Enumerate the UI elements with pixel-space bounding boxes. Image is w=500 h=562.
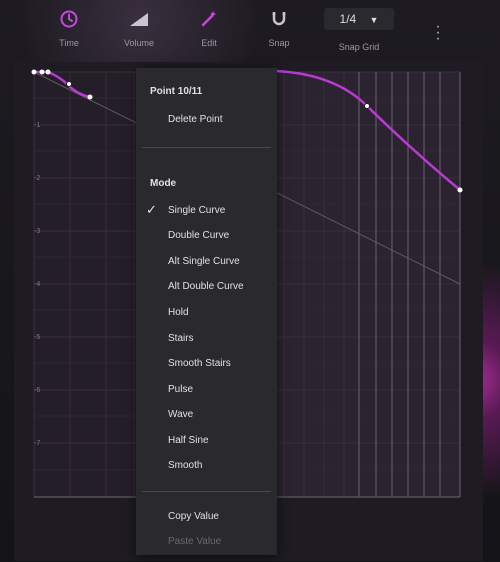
delete-point-menu-item[interactable]: Delete Point bbox=[168, 113, 222, 127]
y-axis-label: -3 bbox=[34, 228, 41, 235]
volume-tool-button[interactable]: Volume bbox=[104, 6, 174, 48]
mode-smooth-stairs[interactable]: Smooth Stairs bbox=[168, 357, 231, 371]
chevron-down-icon: ▼ bbox=[369, 15, 379, 25]
mode-single-curve[interactable]: Single Curve bbox=[168, 204, 225, 218]
mode-smooth[interactable]: Smooth bbox=[168, 459, 202, 473]
automation-point[interactable] bbox=[39, 69, 45, 75]
edit-label: Edit bbox=[201, 38, 217, 48]
mode-half-sine[interactable]: Half Sine bbox=[168, 434, 209, 448]
automation-point[interactable] bbox=[457, 187, 463, 193]
automation-point[interactable] bbox=[364, 103, 370, 109]
clock-icon bbox=[34, 6, 104, 32]
automation-point[interactable] bbox=[31, 69, 37, 75]
mode-alt-double-curve[interactable]: Alt Double Curve bbox=[168, 280, 244, 294]
snap-grid-label: Snap Grid bbox=[338, 42, 380, 52]
y-axis-label: -2 bbox=[34, 175, 41, 182]
menu-divider bbox=[142, 491, 271, 492]
mode-wave[interactable]: Wave bbox=[168, 408, 193, 422]
toolbar: Time Volume Edit Snap 1/4 ▼ Snap Grid · ·… bbox=[14, 0, 484, 62]
point-header: Point 10/11 bbox=[150, 86, 203, 97]
snap-grid-value: 1/4 bbox=[339, 12, 357, 26]
magic-wand-icon bbox=[174, 6, 244, 32]
time-label: Time bbox=[59, 38, 79, 48]
snap-grid-dropdown[interactable]: 1/4 ▼ bbox=[324, 8, 394, 30]
volume-label: Volume bbox=[123, 38, 155, 48]
magnet-icon bbox=[244, 6, 314, 32]
mode-hold[interactable]: Hold bbox=[168, 306, 189, 320]
mode-alt-single-curve[interactable]: Alt Single Curve bbox=[168, 255, 240, 269]
mode-header: Mode bbox=[150, 178, 177, 189]
edit-tool-button[interactable]: Edit bbox=[174, 6, 244, 48]
menu-divider bbox=[142, 147, 271, 148]
automation-point[interactable] bbox=[45, 69, 51, 75]
y-axis-label: -1 bbox=[34, 122, 41, 129]
y-axis-label: -5 bbox=[34, 334, 41, 341]
mode-pulse[interactable]: Pulse bbox=[168, 383, 193, 397]
point-context-menu: Point 10/11 Delete Point Mode ✓ Single C… bbox=[136, 68, 277, 555]
mode-double-curve[interactable]: Double Curve bbox=[168, 229, 229, 243]
time-tool-button[interactable]: Time bbox=[34, 6, 104, 48]
more-options-icon[interactable]: · · · bbox=[432, 19, 444, 47]
checkmark-icon: ✓ bbox=[146, 202, 157, 217]
snap-tool-button[interactable]: Snap bbox=[244, 6, 314, 48]
automation-point[interactable] bbox=[87, 94, 93, 100]
mode-stairs[interactable]: Stairs bbox=[168, 332, 194, 346]
paste-value-menu-item[interactable]: Paste Value bbox=[168, 535, 221, 549]
y-axis-label: -7 bbox=[34, 440, 41, 447]
volume-ramp-icon bbox=[104, 6, 174, 32]
copy-value-menu-item[interactable]: Copy Value bbox=[168, 510, 219, 524]
y-axis-label: -6 bbox=[34, 387, 41, 394]
snap-label: Snap bbox=[268, 38, 290, 48]
automation-point[interactable] bbox=[66, 81, 72, 87]
y-axis-label: -4 bbox=[34, 281, 41, 288]
